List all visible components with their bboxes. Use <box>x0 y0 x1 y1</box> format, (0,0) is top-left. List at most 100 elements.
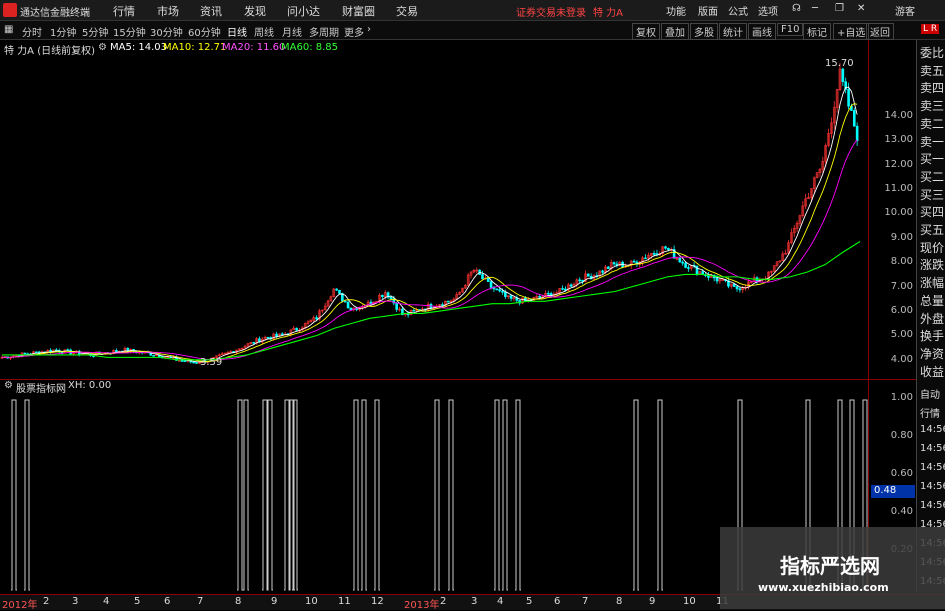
date-tick: 3 <box>471 596 478 607</box>
candle-body <box>349 307 353 311</box>
side-item[interactable]: 买一 <box>920 150 944 167</box>
menu-trade[interactable]: 交易 <box>396 3 418 19</box>
settings-icon[interactable]: ⚙ <box>98 42 107 53</box>
login-warning[interactable]: 证券交易未登录 <box>516 4 586 19</box>
date-tick: 6 <box>554 596 561 607</box>
btn-draw[interactable]: 画线 <box>748 23 776 40</box>
side-item[interactable]: 总量 <box>920 292 944 309</box>
btn-mark[interactable]: 标记 <box>803 23 831 40</box>
side-item[interactable]: 买五 <box>920 221 944 238</box>
side-item[interactable]: 净资 <box>920 345 944 362</box>
candle-body <box>644 257 647 260</box>
side-item[interactable]: 卖三 <box>920 97 944 114</box>
side-item[interactable]: 外盘 <box>920 310 944 327</box>
side-detail-item[interactable]: 14:56 <box>920 443 945 454</box>
menu-discover[interactable]: 发现 <box>244 3 266 19</box>
price-tick: 11.00 <box>884 183 913 195</box>
menu-wealth[interactable]: 财富圈 <box>342 3 375 19</box>
tab-monthly[interactable]: 月线 <box>282 24 302 39</box>
restore-icon[interactable]: ❐ <box>835 3 844 14</box>
side-item[interactable]: 买二 <box>920 168 944 185</box>
signal-spike <box>434 399 440 591</box>
menu-ask[interactable]: 问小达 <box>287 3 320 19</box>
candle-body <box>275 333 278 337</box>
btn-stats[interactable]: 统计 <box>719 23 747 40</box>
candle-body <box>489 281 493 288</box>
signal-tick: 0.80 <box>890 430 913 441</box>
btn-overlay[interactable]: 叠加 <box>661 23 689 40</box>
side-item[interactable]: 卖五 <box>920 62 944 79</box>
tab-daily[interactable]: 日线 <box>227 24 247 39</box>
side-item[interactable]: 卖四 <box>920 79 944 96</box>
signal-spike <box>292 399 298 591</box>
candle-body <box>23 352 27 355</box>
tab-multi[interactable]: 多周期 <box>309 24 339 39</box>
candle-body <box>266 336 270 339</box>
side-detail-item[interactable]: 行情 <box>920 405 940 420</box>
close-icon[interactable]: ✕ <box>857 3 865 14</box>
tab-1min[interactable]: 1分钟 <box>50 24 76 39</box>
settings-icon[interactable]: ⚙ <box>4 380 13 391</box>
side-item[interactable]: 收益 <box>920 363 944 380</box>
side-item[interactable]: 委比 <box>920 44 944 61</box>
btn-multi-stock[interactable]: 多股 <box>690 23 718 40</box>
menu-layout[interactable]: 版面 <box>698 3 718 18</box>
candle-body <box>664 246 667 249</box>
candle-body <box>486 277 490 282</box>
tab-15min[interactable]: 15分钟 <box>113 24 146 39</box>
side-detail-item[interactable]: 14:56 <box>920 500 945 511</box>
side-item[interactable]: 卖二 <box>920 115 944 132</box>
menu-bar: 通达信金融终端 行情 市场 资讯 发现 问小达 财富圈 交易 证券交易未登录 特… <box>0 0 945 21</box>
side-item[interactable]: 涨跌 <box>920 256 944 273</box>
btn-f10[interactable]: F10 <box>777 23 804 36</box>
side-item[interactable]: 买四 <box>920 203 944 220</box>
menu-quotes[interactable]: 行情 <box>113 3 135 19</box>
side-detail-item[interactable]: 14:56 <box>920 424 945 435</box>
side-detail-item[interactable]: 自动 <box>920 386 940 401</box>
btn-add-watch[interactable]: +自选 <box>833 23 870 40</box>
side-item[interactable]: 现价 <box>920 239 944 256</box>
menu-formula[interactable]: 公式 <box>728 3 748 18</box>
price-tick: 5.00 <box>890 329 913 341</box>
ma10-label: MA10: 12.71 <box>163 42 227 53</box>
date-tick: 3 <box>72 596 79 607</box>
price-axis: 14.00 13.00 12.00 11.00 10.00 9.00 8.00 7.00 6.0… <box>868 40 917 380</box>
candle-body <box>569 284 573 287</box>
signal-spike <box>374 399 380 591</box>
tab-more[interactable]: 更多 <box>344 24 364 39</box>
candle-body <box>295 327 298 331</box>
date-tick: 5 <box>526 596 533 607</box>
tab-grid-icon[interactable]: ▦ <box>4 24 13 35</box>
side-item[interactable]: 换手 <box>920 327 944 344</box>
candle-body <box>195 362 198 364</box>
tab-30min[interactable]: 30分钟 <box>150 24 183 39</box>
date-tick: 5 <box>134 596 141 607</box>
btn-back[interactable]: 返回 <box>866 23 894 40</box>
signal-spike <box>284 399 290 591</box>
menu-functions[interactable]: 功能 <box>666 3 686 18</box>
candle-body <box>855 125 859 142</box>
side-item[interactable]: 涨幅 <box>920 274 944 291</box>
tab-5min[interactable]: 5分钟 <box>82 24 108 39</box>
menu-news[interactable]: 资讯 <box>200 3 222 19</box>
menu-market[interactable]: 市场 <box>157 3 179 19</box>
stock-name: 特 力A <box>593 8 624 19</box>
menu-options[interactable]: 选项 <box>758 3 778 18</box>
tab-weekly[interactable]: 周线 <box>254 24 274 39</box>
tab-60min[interactable]: 60分钟 <box>188 24 221 39</box>
tab-intraday[interactable]: 分时 <box>22 24 42 39</box>
service-icon[interactable]: ☊ <box>792 3 801 14</box>
guest-label[interactable]: 游客 <box>895 3 915 18</box>
minimize-icon[interactable]: ─ <box>812 3 818 14</box>
side-detail-item[interactable]: 14:56 <box>920 481 945 492</box>
price-tick: 13.00 <box>884 134 913 146</box>
candlestick-chart[interactable] <box>0 56 868 380</box>
btn-adjust[interactable]: 复权 <box>632 23 660 40</box>
candle-body <box>684 262 687 268</box>
side-item[interactable]: 买三 <box>920 186 944 203</box>
side-item[interactable]: 卖一 <box>920 133 944 150</box>
side-detail-item[interactable]: 14:56 <box>920 462 945 473</box>
chevron-right-icon[interactable]: › <box>367 24 371 35</box>
high-annotation: 15.70 <box>825 58 854 69</box>
signal-spike <box>289 399 295 591</box>
